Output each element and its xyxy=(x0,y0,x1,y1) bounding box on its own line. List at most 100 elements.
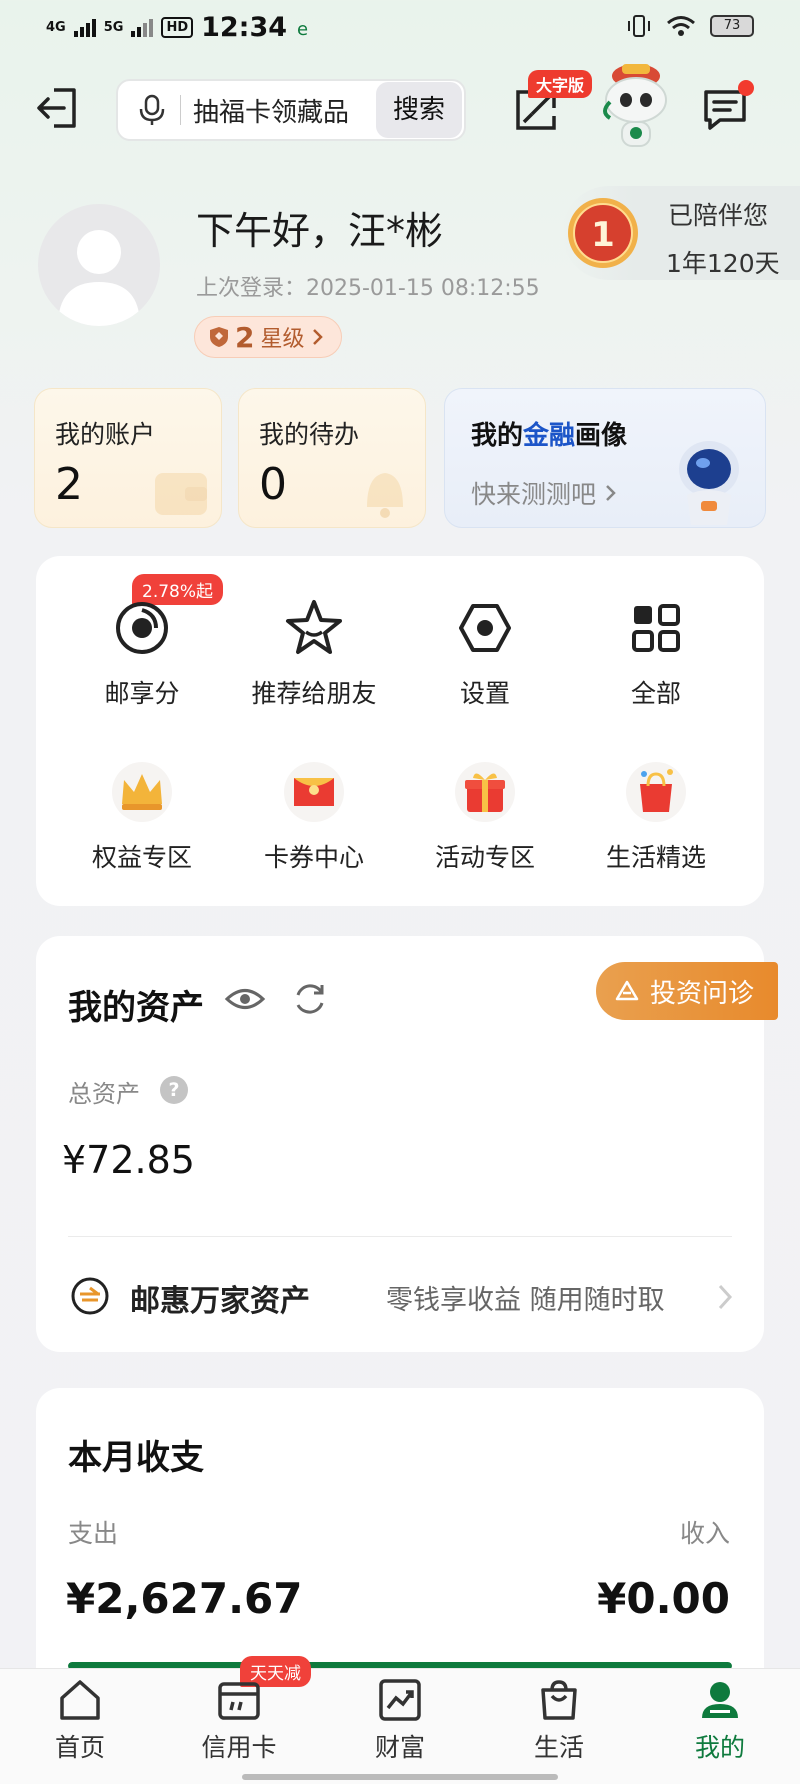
microphone-icon[interactable] xyxy=(134,92,170,128)
avatar[interactable] xyxy=(38,204,160,326)
func-label: 活动专区 xyxy=(434,843,535,872)
calendar-card-icon xyxy=(218,1682,260,1720)
financial-profile-title: 我的金融画像 xyxy=(471,415,627,452)
func-item-youxiangfen[interactable]: 邮享分 xyxy=(57,596,227,710)
default-avatar-icon xyxy=(58,230,140,326)
message-unread-dot xyxy=(738,80,754,96)
func-label: 权益专区 xyxy=(91,843,192,872)
eye-icon[interactable] xyxy=(224,980,266,1018)
last-login-time: 上次登录：2025-01-15 08:12:55 xyxy=(196,276,540,301)
func-label: 设置 xyxy=(459,679,510,708)
my-account-label: 我的账户 xyxy=(55,420,156,449)
income-label: 收入 xyxy=(679,1519,730,1548)
svg-text:e: e xyxy=(297,19,308,39)
func-label: 推荐给朋友 xyxy=(251,679,377,708)
status-left: 4G 5G HD 12:34 e xyxy=(46,12,313,43)
battery-indicator: 73 xyxy=(710,15,754,37)
mascot-robot-icon[interactable] xyxy=(596,60,676,152)
home-icon xyxy=(60,1680,100,1720)
signal-icon xyxy=(73,18,96,37)
star-level-number: 2 xyxy=(235,320,255,354)
func-item-activities[interactable]: 活动专区 xyxy=(400,760,570,874)
my-account-count: 2 xyxy=(55,459,83,510)
invest-consult-label: 投资问诊 xyxy=(650,978,755,1009)
chevron-right-icon xyxy=(312,329,323,345)
wallet-icon xyxy=(155,473,207,515)
monthly-title: 本月收支 xyxy=(68,1438,204,1478)
companion-label: 已陪伴您 xyxy=(668,201,769,230)
nav-label: 生活 xyxy=(533,1733,584,1762)
financial-profile-subtitle: 快来测测吧 xyxy=(471,475,618,511)
help-icon[interactable]: ? xyxy=(160,1076,188,1104)
bag-icon xyxy=(541,1680,577,1720)
coupon-icon xyxy=(284,762,344,822)
hd-indicator: HD xyxy=(161,17,194,38)
youhuiwanjia-title[interactable]: 邮惠万家资产 xyxy=(130,1276,310,1320)
func-label: 全部 xyxy=(630,679,681,708)
status-time: 12:34 xyxy=(201,12,288,43)
func-item-recommend[interactable]: 推荐给朋友 xyxy=(229,596,399,710)
my-todo-card[interactable]: 我的待办 0 xyxy=(238,388,426,528)
shopping-bag-icon xyxy=(626,762,686,822)
search-button[interactable]: 搜索 xyxy=(376,82,462,138)
func-item-coupons[interactable]: 卡券中心 xyxy=(229,760,399,874)
star-icon xyxy=(286,600,342,654)
total-assets-value: ¥72.85 xyxy=(62,1138,195,1182)
nav-wealth[interactable]: 财富 xyxy=(340,1676,460,1764)
financial-title-part: 画像 xyxy=(575,421,628,451)
nav-life[interactable]: 生活 xyxy=(499,1676,619,1764)
network-4g-indicator: 4G xyxy=(46,19,66,35)
refresh-icon[interactable] xyxy=(290,979,330,1019)
nav-credit-card[interactable]: 信用卡 xyxy=(179,1676,299,1764)
astronaut-icon xyxy=(679,441,739,525)
chevron-right-icon[interactable] xyxy=(716,1282,734,1312)
invest-consult-button[interactable]: 投资问诊 xyxy=(596,962,778,1020)
func-item-benefits[interactable]: 权益专区 xyxy=(57,760,227,874)
status-right: 73 xyxy=(626,14,754,38)
income-value: ¥0.00 xyxy=(597,1574,730,1623)
nav-label: 首页 xyxy=(54,1733,105,1762)
my-todo-count: 0 xyxy=(259,459,287,510)
financial-title-part: 我的 xyxy=(471,421,524,451)
func-item-life-selection[interactable]: 生活精选 xyxy=(571,760,741,874)
financial-profile-card[interactable]: 我的金融画像 快来测测吧 xyxy=(444,388,766,528)
app-notification-icon: e xyxy=(297,19,308,39)
big-text-badge[interactable]: 大字版 xyxy=(528,70,593,98)
func-label: 生活精选 xyxy=(605,843,706,872)
svg-text:1: 1 xyxy=(591,215,615,255)
coin-icon xyxy=(116,602,168,654)
my-account-card[interactable]: 我的账户 2 xyxy=(34,388,222,528)
bell-icon xyxy=(367,473,403,518)
youhuiwanjia-desc[interactable]: 零钱享收益 随用随时取 xyxy=(386,1278,665,1317)
grid-icon xyxy=(632,604,680,652)
financial-sub-text: 快来测测吧 xyxy=(471,480,597,509)
user-icon xyxy=(702,1682,738,1718)
total-assets-label: 总资产 xyxy=(68,1080,140,1108)
financial-title-highlight: 金融 xyxy=(523,421,576,451)
gift-icon xyxy=(455,762,515,822)
vibrate-icon xyxy=(628,15,650,37)
warning-icon xyxy=(615,980,639,1001)
my-assets-title: 我的资产 xyxy=(68,988,204,1028)
wifi-icon xyxy=(667,16,695,36)
crown-icon xyxy=(112,762,172,822)
func-item-all[interactable]: 全部 xyxy=(571,596,741,710)
search-box[interactable]: 抽福卡领藏品 搜索 xyxy=(116,79,466,141)
expense-value: ¥2,627.67 xyxy=(66,1574,303,1623)
chevron-right-icon xyxy=(606,485,616,501)
star-level-text: 星级 xyxy=(260,327,305,352)
hexagon-settings-icon xyxy=(459,604,511,652)
divider xyxy=(68,1236,732,1237)
search-input[interactable]: 抽福卡领藏品 xyxy=(193,92,376,129)
nav-mine[interactable]: 我的 xyxy=(660,1676,780,1764)
chart-icon xyxy=(379,1679,421,1721)
logout-icon[interactable] xyxy=(34,84,82,132)
expense-label: 支出 xyxy=(68,1519,119,1548)
nav-label: 信用卡 xyxy=(201,1733,277,1762)
star-level-badge[interactable]: 2 星级 xyxy=(194,316,342,358)
nav-home[interactable]: 首页 xyxy=(20,1676,140,1764)
func-label: 卡券中心 xyxy=(263,843,364,872)
youhuiwanjia-logo-icon xyxy=(71,1277,109,1315)
func-item-settings[interactable]: 设置 xyxy=(400,596,570,710)
network-5g-indicator: 5G xyxy=(103,19,124,35)
